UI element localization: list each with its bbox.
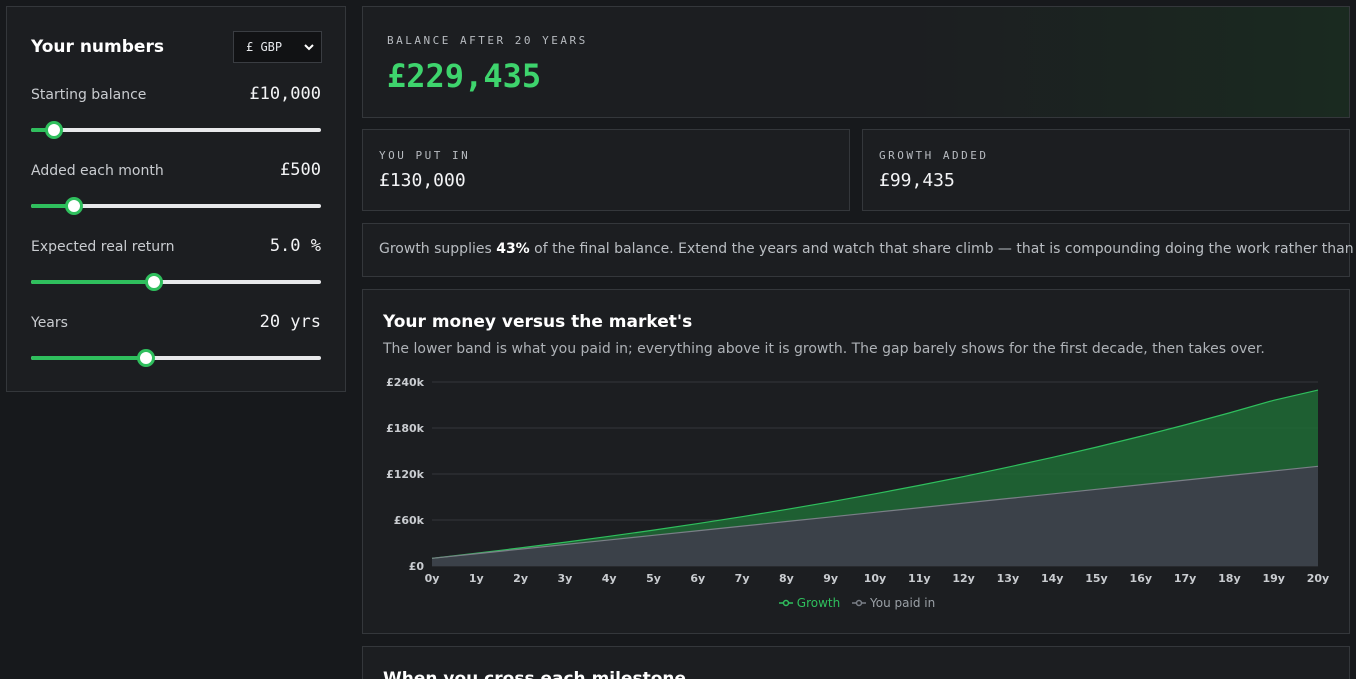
x-tick-label: 1y [469,572,484,585]
chevron-down-icon [304,44,314,51]
starting-balance-label: Starting balance [31,87,147,103]
controls-panel: Your numbers £ GBP Starting balance £10,… [6,6,346,392]
currency-selected: £ GBP [246,40,283,54]
return-slider[interactable] [31,273,321,291]
x-tick-label: 5y [646,572,661,585]
x-tick-label: 3y [557,572,572,585]
insight-card: Growth supplies 43% of the final balance… [362,223,1356,277]
insight-percent: 43% [496,241,530,257]
x-tick-label: 13y [997,572,1019,585]
balance-card: BALANCE AFTER 20 YEARS £229,435 [362,6,1350,118]
put-in-kicker: YOU PUT IN [379,149,471,162]
growth-value: £99,435 [879,170,955,191]
slider-track [31,128,321,132]
x-tick-label: 11y [908,572,930,585]
years-control: Years 20 yrs [31,312,321,375]
x-tick-label: 8y [779,572,794,585]
x-tick-label: 0y [425,572,440,585]
return-control: Expected real return 5.0 % [31,236,321,299]
slider-fill [31,356,147,360]
balance-kicker: BALANCE AFTER 20 YEARS [387,34,588,47]
x-tick-label: 14y [1041,572,1063,585]
y-tick-label: £120k [386,468,425,481]
legend-paid-in-icon [852,599,867,607]
insight-text: Growth supplies 43% of the final balance… [379,241,1356,257]
starting-balance-value: £10,000 [249,84,321,104]
x-tick-label: 10y [864,572,886,585]
controls-title: Your numbers [31,37,164,57]
x-tick-label: 2y [513,572,528,585]
monthly-value: £500 [280,160,321,180]
currency-select[interactable]: £ GBP [233,31,322,63]
x-tick-label: 18y [1218,572,1240,585]
x-tick-label: 9y [823,572,838,585]
y-tick-label: £240k [386,376,425,389]
milestone-card: When you cross each milestone [362,646,1350,679]
years-label: Years [31,315,68,331]
x-tick-label: 7y [735,572,750,585]
x-tick-label: 16y [1130,572,1152,585]
x-tick-label: 19y [1262,572,1284,585]
years-slider[interactable] [31,349,321,367]
insight-prefix: Growth supplies [379,241,497,257]
x-tick-label: 6y [690,572,705,585]
return-label: Expected real return [31,239,175,255]
chart-legend: Growth You paid in [363,596,1351,610]
x-tick-label: 12y [952,572,974,585]
x-tick-label: 17y [1174,572,1196,585]
slider-fill [31,280,155,284]
monthly-control: Added each month £500 [31,160,321,223]
growth-kicker: GROWTH ADDED [879,149,989,162]
insight-suffix: of the final balance. Extend the years a… [529,241,1356,257]
put-in-value: £130,000 [379,170,466,191]
y-tick-label: £0 [409,560,425,573]
slider-thumb[interactable] [137,349,156,367]
x-tick-label: 4y [602,572,617,585]
put-in-card: YOU PUT IN £130,000 [362,129,850,211]
monthly-slider[interactable] [31,197,321,215]
chart-card: Your money versus the market's The lower… [362,289,1350,634]
milestone-title: When you cross each milestone [383,669,687,679]
growth-chart: £0 £60k £120k £180k £240k 0y 1y 2y 3y 4y 5y 6y 7y 8y 9… [386,376,1329,585]
y-tick-label: £180k [386,422,425,435]
balance-value: £229,435 [387,57,542,95]
slider-thumb[interactable] [44,121,63,139]
paid-in-area [432,466,1318,566]
legend-growth-icon [778,599,793,607]
x-tick-label: 15y [1085,572,1107,585]
starting-balance-slider[interactable] [31,121,321,139]
years-value: 20 yrs [259,312,321,332]
return-value: 5.0 % [269,236,321,256]
starting-balance-control: Starting balance £10,000 [31,84,321,147]
slider-thumb[interactable] [65,197,83,215]
legend-growth-label: Growth [796,596,841,610]
legend-item-paid-in[interactable]: You paid in [852,596,935,610]
slider-thumb[interactable] [145,273,164,291]
monthly-label: Added each month [31,163,164,179]
legend-item-growth[interactable]: Growth [778,596,841,610]
y-tick-label: £60k [394,514,425,527]
x-tick-label: 20y [1307,572,1329,585]
growth-card: GROWTH ADDED £99,435 [862,129,1350,211]
legend-paid-in-label: You paid in [870,596,936,610]
